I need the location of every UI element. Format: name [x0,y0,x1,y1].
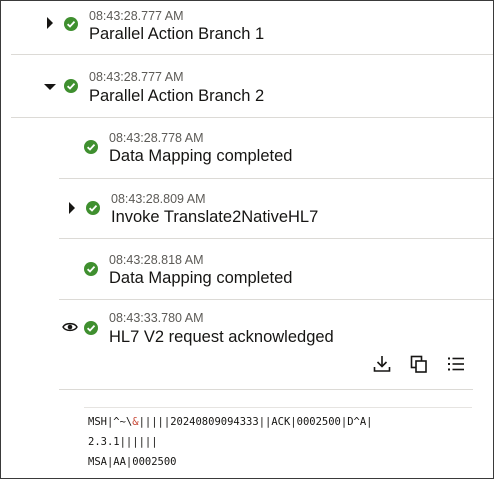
activity-title[interactable]: Data Mapping completed [109,269,292,288]
activity-title[interactable]: Invoke Translate2NativeHL7 [111,208,318,227]
success-check-icon [64,17,78,31]
payload-line: 2.3.1|||||| [88,436,158,448]
activity-timestamp: 08:43:33.780 AM [109,311,204,325]
payload-text: |||||20240809094333||ACK|0002500|D^A| [138,416,373,428]
success-check-icon [86,201,100,215]
row-divider [11,54,493,55]
success-check-icon [84,140,98,154]
row-divider [59,178,493,179]
activity-timestamp: 08:43:28.777 AM [89,70,184,84]
activity-title[interactable]: HL7 V2 request acknowledged [109,328,334,347]
expand-caret-right-icon[interactable] [68,202,76,214]
row-divider [59,238,493,239]
payload-text: MSH|^~\ [88,416,133,428]
activity-title[interactable]: Data Mapping completed [109,147,292,166]
row-divider [59,299,493,300]
activity-timestamp: 08:43:28.777 AM [89,9,184,23]
success-check-icon [64,79,78,93]
toolbar-divider [59,389,473,390]
copy-icon[interactable] [408,353,430,375]
success-check-icon [84,321,98,335]
payload-line: MSH|^~\&|||||20240809094333||ACK|0002500… [88,416,373,428]
activity-stream-panel: 08:43:28.777 AM Parallel Action Branch 1… [0,0,494,479]
list-format-icon[interactable] [445,353,467,375]
row-divider [11,117,493,118]
expand-caret-right-icon[interactable] [46,17,54,29]
expand-caret-down-icon[interactable] [44,83,56,91]
activity-title[interactable]: Parallel Action Branch 2 [89,87,264,106]
eye-icon[interactable] [62,321,78,333]
activity-title[interactable]: Parallel Action Branch 1 [89,25,264,44]
success-check-icon [84,262,98,276]
activity-timestamp: 08:43:28.778 AM [109,131,204,145]
payload-viewer[interactable]: MSH|^~\&|||||20240809094333||ACK|0002500… [84,407,472,478]
download-icon[interactable] [371,353,393,375]
payload-line: MSA|AA|0002500 [88,456,177,468]
activity-timestamp: 08:43:28.809 AM [111,192,206,206]
activity-timestamp: 08:43:28.818 AM [109,253,204,267]
